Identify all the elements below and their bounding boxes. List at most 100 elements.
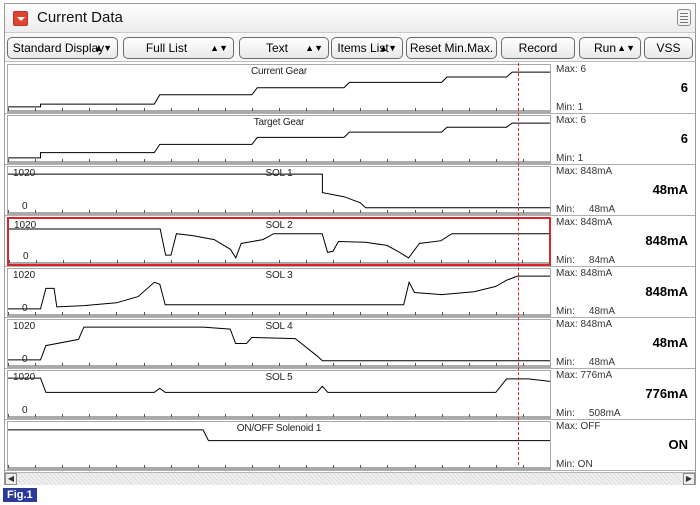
graph-row[interactable]: Target Gear Max: 6 6 Min: 1	[5, 114, 695, 165]
graph-title: ON/OFF Solenoid 1	[236, 423, 322, 434]
button-label: Record	[518, 41, 558, 55]
button-label: Run	[593, 41, 616, 55]
title-bar: Current Data	[5, 4, 695, 33]
graph-readout: Max: 848mA 48mA Min: 48mA	[553, 319, 693, 368]
items-list-dropdown[interactable]: Items List ▲▼	[331, 37, 403, 59]
min-value: Min: 48mA	[556, 357, 615, 368]
current-value: 848mA	[645, 233, 688, 248]
graph-title: SOL 2	[265, 220, 293, 231]
dropdown-arrow-icon: ▲▼	[617, 43, 635, 53]
min-label: Min:	[556, 306, 575, 317]
min-number: 48mA	[588, 357, 616, 368]
graph-title: SOL 5	[265, 372, 293, 383]
min-label: Min:	[556, 408, 575, 419]
max-value: Max: 848mA	[556, 217, 613, 228]
axis-max-label: 1020	[13, 321, 36, 332]
dropdown-arrow-icon: ▲▼	[379, 43, 397, 53]
min-number: 84mA	[588, 255, 616, 266]
graph-title: Current Gear	[251, 66, 307, 77]
graph-plot[interactable]: SOL 3 1020 0	[7, 268, 551, 317]
axis-min-label: 0	[22, 303, 28, 314]
time-cursor[interactable]	[518, 63, 519, 465]
min-value: Min: 1	[556, 153, 583, 164]
current-value: 6	[680, 131, 688, 146]
list-menu-icon[interactable]	[677, 9, 691, 26]
min-label: Min:	[556, 357, 575, 368]
button-label: Reset Min.Max.	[409, 41, 494, 55]
graph-readout: Max: 848mA 848mA Min: 84mA	[553, 217, 693, 266]
graph-row[interactable]: SOL 1 1020 0 Max: 848mA 48mA Min: 48mA	[5, 165, 695, 216]
min-value: Min: 1	[556, 102, 583, 113]
graph-row[interactable]: SOL 2 1020 0 Max: 848mA 848mA Min: 84mA	[5, 216, 695, 267]
run-dropdown[interactable]: Run ▲▼	[579, 37, 641, 59]
graph-row[interactable]: SOL 4 1020 0 Max: 848mA 48mA Min: 48mA	[5, 318, 695, 369]
collapse-arrow-icon[interactable]	[13, 11, 28, 26]
scroll-right-icon[interactable]: ▶	[683, 473, 695, 485]
graph-row[interactable]: ON/OFF Solenoid 1 Max: OFF ON Min: ON	[5, 420, 695, 471]
full-list-dropdown[interactable]: Full List ▲▼	[123, 37, 234, 59]
dropdown-arrow-icon: ▲▼	[94, 43, 112, 53]
current-value: 6	[680, 80, 688, 95]
button-label: Text	[265, 41, 288, 55]
min-label: Min:	[556, 255, 575, 266]
graph-plot[interactable]: SOL 1 1020 0	[7, 166, 551, 215]
text-dropdown[interactable]: Text ▲▼	[239, 37, 329, 59]
axis-max-label: 1020	[13, 168, 36, 179]
current-value: 48mA	[652, 335, 688, 350]
min-number: 48mA	[588, 204, 616, 215]
scroll-left-icon[interactable]: ◀	[5, 473, 17, 485]
current-value: 848mA	[645, 284, 688, 299]
dropdown-arrow-icon: ▲▼	[305, 43, 323, 53]
min-label: Min:	[556, 204, 575, 215]
graph-title: SOL 3	[265, 270, 293, 281]
current-value: ON	[668, 437, 689, 452]
graph-plot[interactable]: Target Gear	[7, 115, 551, 164]
button-label: Full List	[145, 41, 188, 55]
min-label: Min: ON	[556, 459, 593, 470]
graph-trace	[8, 122, 550, 159]
figure-label: Fig.1	[3, 488, 37, 502]
max-value: Max: 848mA	[556, 166, 613, 177]
vss-button[interactable]: VSS	[644, 37, 693, 59]
graph-readout: Max: 848mA 848mA Min: 48mA	[553, 268, 693, 317]
graph-row[interactable]: SOL 3 1020 0 Max: 848mA 848mA Min: 48mA	[5, 267, 695, 318]
standard-display-dropdown[interactable]: Standard Display ▲▼	[7, 37, 118, 59]
min-label: Min: 1	[556, 153, 584, 164]
graph-readout: Max: 848mA 48mA Min: 48mA	[553, 166, 693, 215]
graph-readout: Max: 6 6 Min: 1	[553, 64, 693, 113]
graph-trace	[8, 275, 550, 310]
axis-min-label: 0	[22, 354, 28, 365]
axis-max-label: 1020	[13, 270, 36, 281]
dropdown-arrow-icon: ▲▼	[210, 43, 228, 53]
min-value: Min: 48mA	[556, 204, 615, 215]
min-number: 508mA	[588, 408, 621, 419]
graph-trace	[8, 326, 550, 362]
min-value: Min: ON	[556, 459, 593, 470]
min-value: Min: 508mA	[556, 408, 621, 419]
axis-min-label: 0	[22, 405, 28, 416]
min-label: Min: 1	[556, 102, 584, 113]
graph-plot[interactable]: SOL 5 1020 0	[7, 370, 551, 419]
graph-plot[interactable]: Current Gear	[7, 64, 551, 113]
current-data-window: Current Data Standard Display ▲▼ Full Lis…	[4, 3, 696, 485]
max-value: Max: OFF	[556, 421, 601, 432]
graph-plot[interactable]: SOL 2 1020 0	[7, 217, 551, 266]
axis-max-label: 1020	[13, 372, 36, 383]
graph-plot[interactable]: SOL 4 1020 0	[7, 319, 551, 368]
graph-plot[interactable]: ON/OFF Solenoid 1	[7, 421, 551, 470]
button-label: Standard Display	[12, 41, 105, 55]
horizontal-scrollbar[interactable]: ◀ ▶	[5, 472, 695, 485]
graph-readout: Max: OFF ON Min: ON	[553, 421, 693, 470]
min-value: Min: 84mA	[556, 255, 615, 266]
graph-row[interactable]: Current Gear Max: 6 6 Min: 1	[5, 63, 695, 114]
graph-row[interactable]: SOL 5 1020 0 Max: 776mA 776mA Min: 508mA	[5, 369, 695, 420]
max-value: Max: 776mA	[556, 370, 613, 381]
min-value: Min: 48mA	[556, 306, 615, 317]
record-button[interactable]: Record	[501, 37, 575, 59]
graph-list[interactable]: Current Gear Max: 6 6 Min: 1 Target Gear Max:…	[5, 63, 695, 473]
graph-trace	[8, 71, 550, 108]
graph-title: SOL 4	[265, 321, 293, 332]
max-value: Max: 6	[556, 64, 587, 75]
toolbar: Standard Display ▲▼ Full List ▲▼ Text ▲▼ It…	[5, 34, 695, 62]
reset-min-max-button[interactable]: Reset Min.Max.	[406, 37, 497, 59]
